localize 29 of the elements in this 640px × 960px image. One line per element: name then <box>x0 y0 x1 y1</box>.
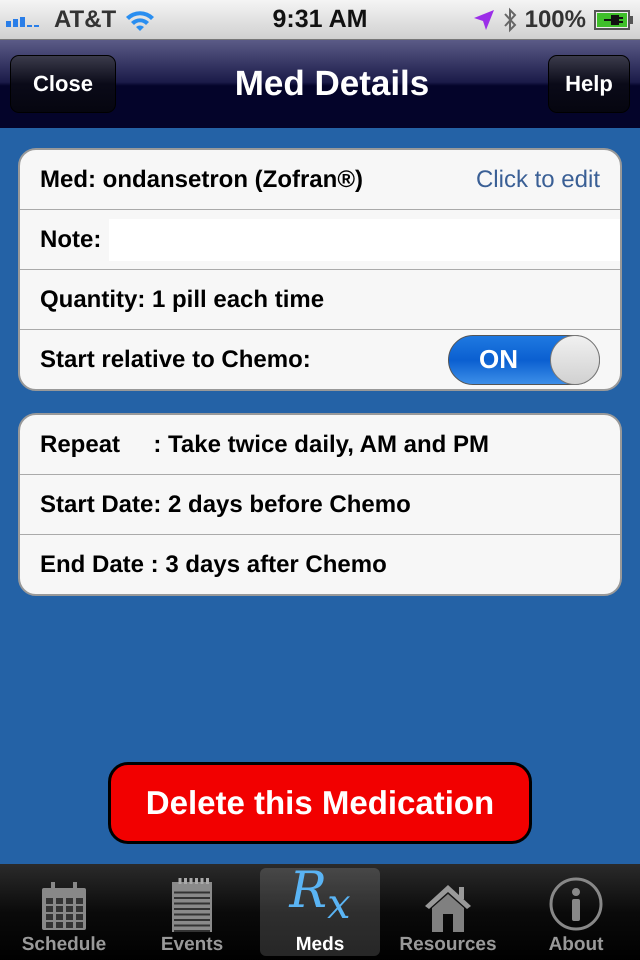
battery-percent: 100% <box>524 6 586 34</box>
med-name: Med: ondansetron (Zofran®) <box>40 166 363 194</box>
quantity-text: Quantity: 1 pill each time <box>40 286 324 314</box>
schedule-text: End Date : 3 days after Chemo <box>40 550 387 578</box>
clock-time: 9:31 AM <box>272 5 368 34</box>
edit-link[interactable]: Click to edit <box>476 166 600 194</box>
location-arrow-icon <box>472 8 495 30</box>
close-button[interactable]: Close <box>10 55 116 113</box>
tab-item[interactable]: About <box>516 868 636 956</box>
help-button[interactable]: Help <box>548 55 630 113</box>
notepad-icon <box>170 878 214 932</box>
delete-button[interactable]: Delete this Medication <box>108 762 532 844</box>
bluetooth-icon <box>502 6 517 32</box>
tab-item[interactable]: Schedule <box>4 868 124 956</box>
toggle-switch[interactable]: ON <box>448 334 600 384</box>
battery-icon <box>594 10 634 30</box>
toggle-label: Start relative to Chemo: <box>40 346 311 374</box>
schedule-text: Start Date: 2 days before Chemo <box>40 490 411 518</box>
note-field[interactable] <box>109 218 620 260</box>
calendar-icon <box>40 880 88 932</box>
note-label: Note: <box>40 226 102 254</box>
carrier-name: AT&T <box>54 6 116 34</box>
schedule-text: Repeat : Take twice daily, AM and PM <box>40 430 489 458</box>
tab-item[interactable]: R$_{x}$ Meds <box>260 868 380 956</box>
info-icon <box>548 876 604 932</box>
house-icon <box>423 882 473 932</box>
tab-item[interactable]: Events <box>132 868 252 956</box>
tab-item[interactable]: Resources <box>388 868 508 956</box>
screen-title: Med Details <box>234 64 430 104</box>
